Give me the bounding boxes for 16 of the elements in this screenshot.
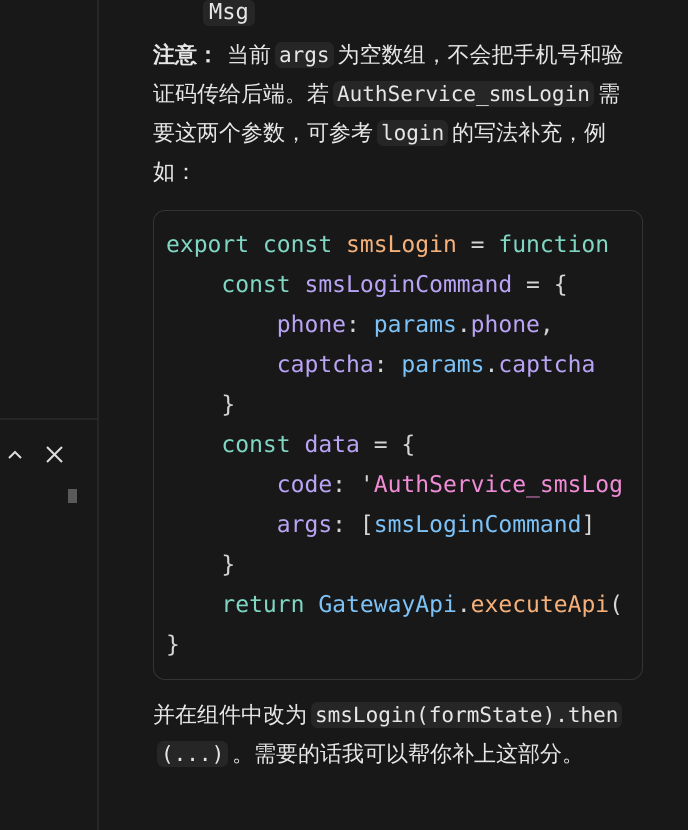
close-icon[interactable] [46, 446, 63, 463]
code-line: } [220, 391, 236, 420]
code-line: phone: params.phone, [276, 311, 555, 340]
code-line: const data = { [220, 431, 416, 460]
code-line: return GatewayApi.executeApi( [220, 591, 624, 620]
code-line: } [166, 631, 181, 660]
code-line: code: 'AuthService_smsLog [276, 471, 624, 500]
code-line: export const smsLogin = function [166, 231, 610, 260]
chevron-up-icon[interactable] [8, 450, 22, 459]
inline-code: Msg [203, 0, 255, 26]
code-line: const smsLoginCommand = { [220, 271, 569, 300]
code-line: } [220, 551, 236, 580]
code-line: captcha: params.captcha [276, 351, 596, 380]
scrollbar-thumb[interactable] [68, 489, 77, 503]
note-paragraph: 注意： 当前 args 为空数组，不会把手机号和验证码传给后端。若 AuthService_smsLogin 需要这两个参数，可参考 login 的写法补充，例如： [153, 41, 625, 187]
code-line: args: [smsLoginCommand] [276, 511, 596, 540]
